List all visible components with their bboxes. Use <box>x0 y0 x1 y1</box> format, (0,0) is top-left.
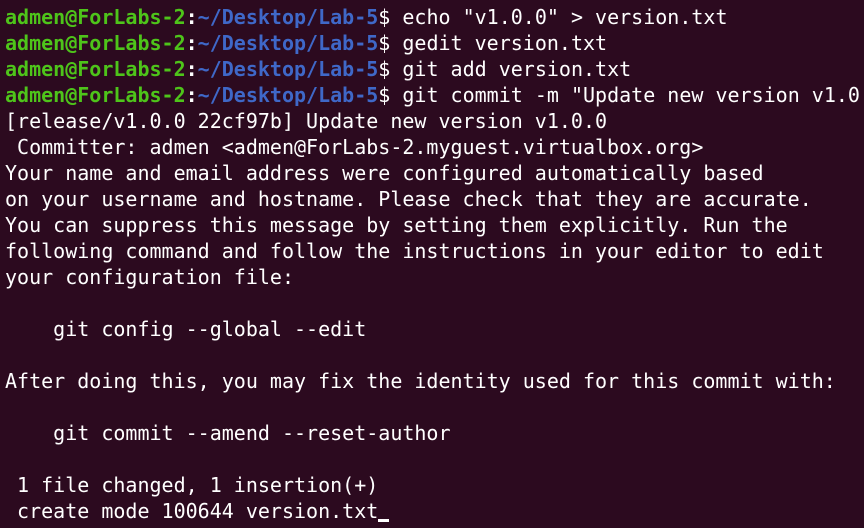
prompt-separator: : <box>185 57 198 81</box>
prompt-line-4: admen@ForLabs-2:~/Desktop/Lab-5$ git com… <box>5 82 864 108</box>
prompt-path: ~/Desktop/Lab-5 <box>197 31 379 55</box>
prompt-userhost: admen@ForLabs-2 <box>5 57 186 81</box>
output-line: You can suppress this message by setting… <box>5 213 788 237</box>
prompt-line-3: admen@ForLabs-2:~/Desktop/Lab-5$ git add… <box>5 56 864 82</box>
prompt-line-2: admen@ForLabs-2:~/Desktop/Lab-5$ gedit v… <box>5 30 864 56</box>
prompt-path: ~/Desktop/Lab-5 <box>197 5 379 29</box>
prompt-separator: : <box>185 5 198 29</box>
prompt-userhost: admen@ForLabs-2 <box>5 5 186 29</box>
output-line: following command and follow the instruc… <box>5 239 824 263</box>
prompt-path: ~/Desktop/Lab-5 <box>197 57 379 81</box>
output-line: Your name and email address were configu… <box>5 161 764 185</box>
prompt-symbol: $ <box>378 5 391 29</box>
command-text: git commit -m "Update new version v1.0. <box>402 83 864 107</box>
prompt-symbol: $ <box>378 57 391 81</box>
prompt-userhost: admen@ForLabs-2 <box>5 83 186 107</box>
terminal-window[interactable]: admen@ForLabs-2:~/Desktop/Lab-5$ echo "v… <box>0 0 864 528</box>
prompt-userhost: admen@ForLabs-2 <box>5 31 186 55</box>
cursor <box>378 519 390 522</box>
output-line: git commit --amend --reset-author <box>5 421 451 445</box>
output-text: create mode 100644 version.txt <box>5 499 379 523</box>
prompt-symbol: $ <box>378 31 391 55</box>
output-line: 1 file changed, 1 insertion(+) <box>5 473 379 497</box>
prompt-separator: : <box>185 83 198 107</box>
output-line: your configuration file: <box>5 265 294 289</box>
output-line: on your username and hostname. Please ch… <box>5 187 812 211</box>
output-line: After doing this, you may fix the identi… <box>5 369 836 393</box>
prompt-path: ~/Desktop/Lab-5 <box>197 83 379 107</box>
command-text: gedit version.txt <box>402 31 608 55</box>
output-line: Committer: admen <admen@ForLabs-2.mygues… <box>5 135 704 159</box>
prompt-symbol: $ <box>378 83 391 107</box>
command-text: echo "v1.0.0" > version.txt <box>402 5 728 29</box>
prompt-separator: : <box>185 31 198 55</box>
command-text: git add version.txt <box>402 57 632 81</box>
output-line: git config --global --edit <box>5 317 367 341</box>
prompt-line-1: admen@ForLabs-2:~/Desktop/Lab-5$ echo "v… <box>5 4 864 30</box>
output-line-last: create mode 100644 version.txt <box>5 498 864 524</box>
output-line: [release/v1.0.0 22cf97b] Update new vers… <box>5 109 608 133</box>
